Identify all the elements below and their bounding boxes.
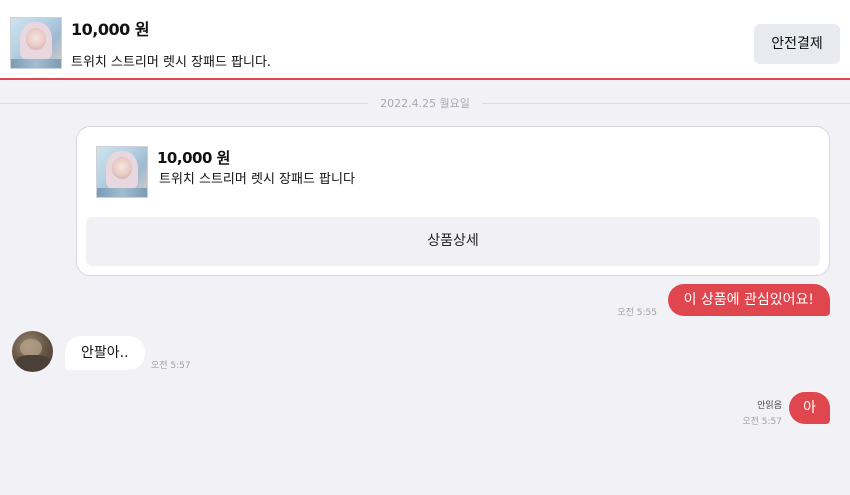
safe-payment-button[interactable]: 안전결제: [754, 24, 840, 64]
card-thumbnail-pad-edge: [97, 188, 147, 197]
header-price: 10,000 원: [71, 20, 150, 39]
my-message-bubble[interactable]: 이 상품에 관심있어요!: [667, 284, 830, 316]
thumbnail-face-shape: [26, 28, 46, 50]
product-card: 10,000 원 트위치 스트리머 렛시 장패드 팝니다 상품상세: [76, 126, 830, 276]
card-thumbnail-face-shape: [112, 157, 132, 179]
card-price: 10,000 원: [157, 149, 230, 167]
thumbnail-pad-edge: [11, 59, 61, 68]
product-header: 10,000 원 트위치 스트리머 렛시 장패드 팝니다. 안전결제: [0, 0, 850, 80]
product-detail-button[interactable]: 상품상세: [86, 217, 820, 266]
card-product-title: 트위치 스트리머 렛시 장패드 팝니다: [159, 172, 355, 187]
their-message-bubble[interactable]: 안팔아..: [65, 336, 145, 370]
avatar-body-shape: [16, 355, 50, 371]
message-time: 오전 5:57: [742, 417, 782, 427]
sender-avatar[interactable]: [12, 331, 53, 372]
my-message-bubble[interactable]: 아: [789, 392, 830, 424]
date-divider: 2022.4.25 월요일: [0, 94, 850, 112]
card-product-thumbnail[interactable]: [96, 146, 148, 198]
header-product-title: 트위치 스트리머 렛시 장패드 팝니다.: [71, 55, 272, 70]
product-thumbnail[interactable]: [10, 17, 62, 69]
message-time: 오전 5:55: [617, 308, 657, 318]
message-time: 오전 5:57: [151, 361, 191, 371]
unread-status: 안읽음: [757, 401, 782, 411]
date-divider-text: 2022.4.25 월요일: [380, 97, 470, 110]
